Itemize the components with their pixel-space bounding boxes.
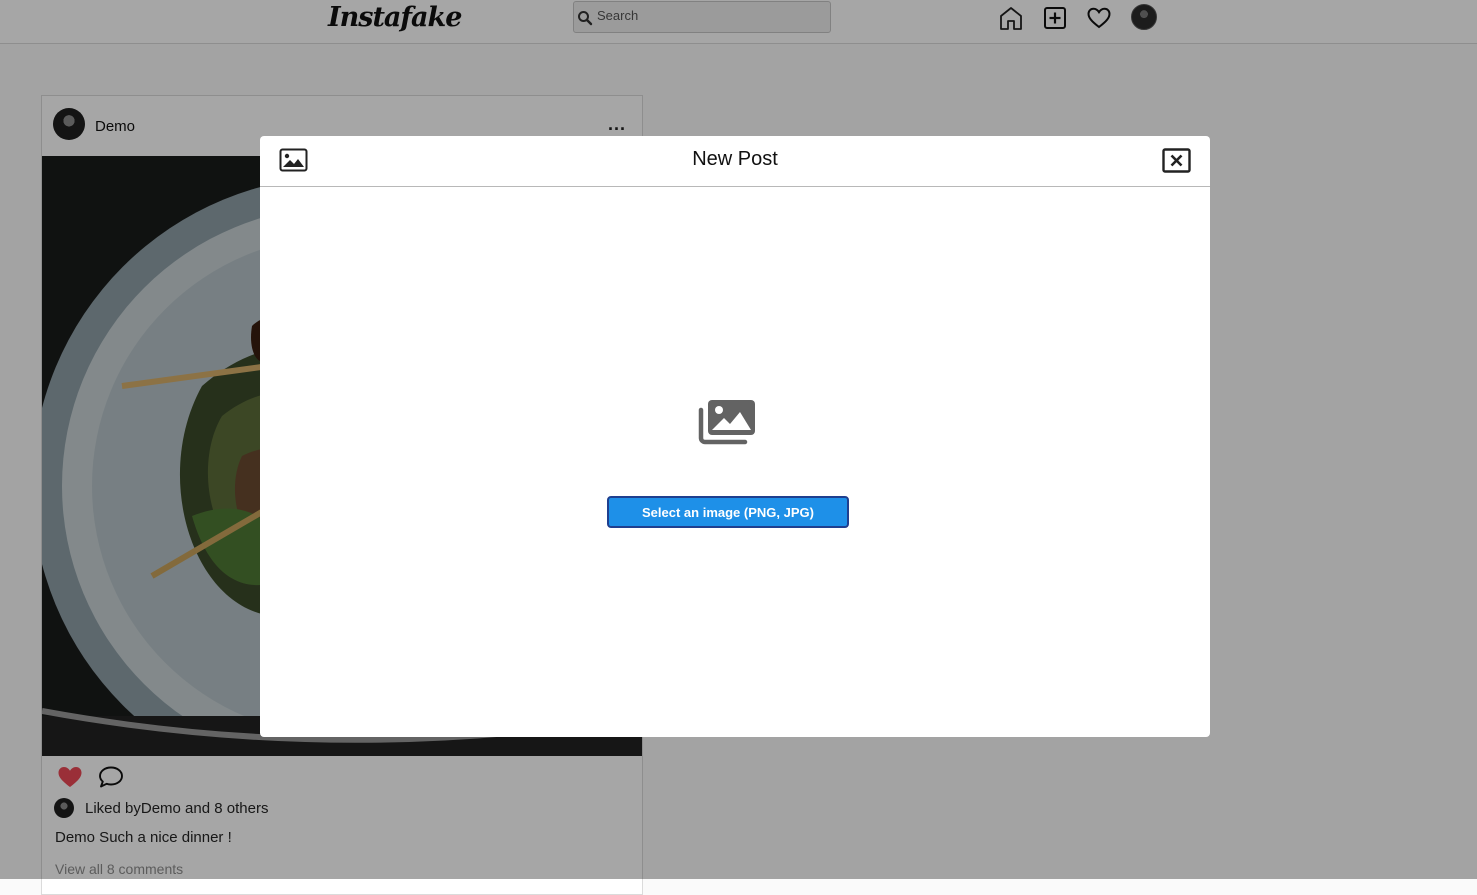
modal-title: New Post — [692, 148, 778, 170]
close-icon[interactable] — [1162, 148, 1191, 173]
select-image-button[interactable]: Select an image (PNG, JPG) — [607, 496, 849, 528]
modal-header: New Post — [260, 136, 1210, 187]
gallery-icon — [698, 400, 755, 445]
new-post-modal: New Post Select an image (PNG, JPG) — [260, 136, 1210, 737]
